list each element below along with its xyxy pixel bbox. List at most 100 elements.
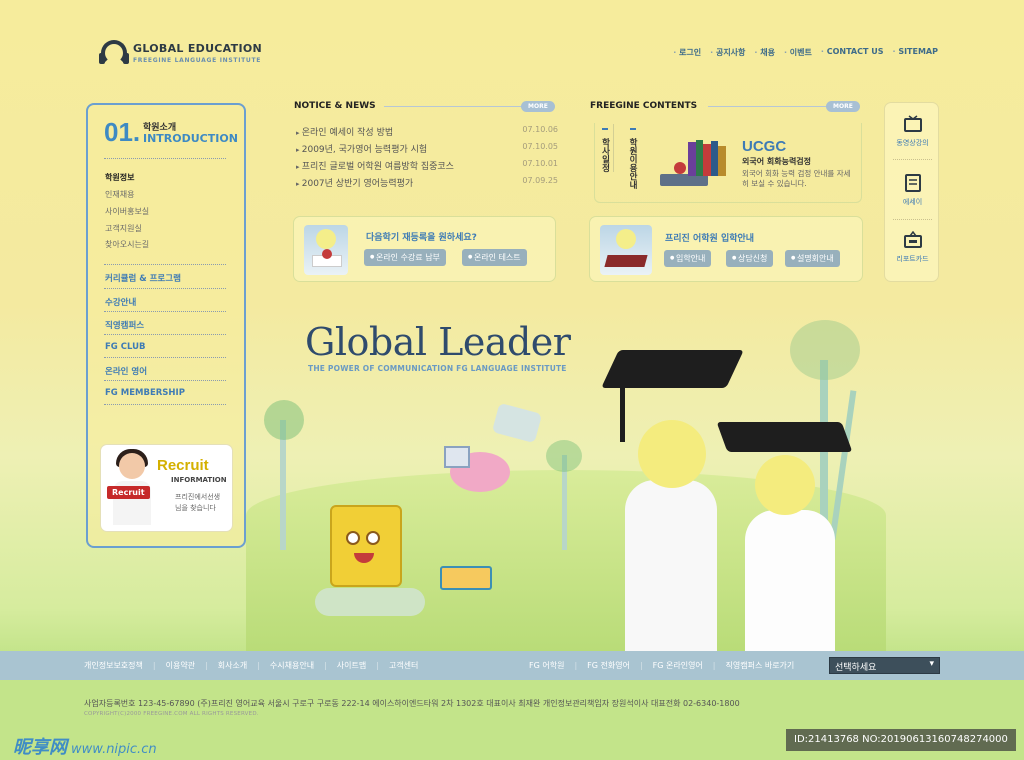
books-stack-illustration xyxy=(440,566,492,590)
books-image xyxy=(660,138,730,190)
contents-title: FREEGINE CONTENTS xyxy=(590,101,698,111)
admission-promo: 프리진 어학원 입학안내 입학안내 상담신청 설명회안내 xyxy=(589,216,863,282)
tab-indicator xyxy=(629,128,636,138)
nav-contact[interactable]: CONTACT US xyxy=(821,47,884,58)
divider xyxy=(104,334,226,335)
contents-more-button[interactable]: MORE xyxy=(826,101,860,112)
menu-registration[interactable]: 수강안내 xyxy=(105,296,136,308)
logo[interactable]: GLOBAL EDUCATION FREEGINE LANGUAGE INSTI… xyxy=(99,40,262,66)
notice-title-text: 2009년, 국가영어 능력평가 시험 xyxy=(296,142,427,155)
divider xyxy=(893,219,932,220)
reenroll-title: 다음학기 재등록을 원하세요? xyxy=(366,233,477,243)
consult-button[interactable]: 상담신청 xyxy=(726,250,774,267)
footer-privacy-link[interactable]: 개인정보보호정책 xyxy=(84,660,143,671)
footer-about-link[interactable]: 회사소개 xyxy=(195,660,247,671)
submenu-support[interactable]: 고객지원실 xyxy=(105,223,142,234)
list-item[interactable]: 2007년 상반기 영어능력평가 07.09.25 xyxy=(296,176,558,189)
divider xyxy=(104,404,226,405)
quick-video-lecture[interactable]: 동영상강의 xyxy=(885,115,940,148)
tab-schedule[interactable]: 학사일정 xyxy=(597,124,614,172)
quick-label: 동영상강의 xyxy=(896,139,929,147)
recruit-banner[interactable]: Recruit Recruit INFORMATION 프리진에서선생님을 찾습… xyxy=(101,445,232,531)
tab-indicator xyxy=(602,128,608,138)
recruit-subtitle: INFORMATION xyxy=(171,476,227,484)
logo-title: GLOBAL EDUCATION xyxy=(133,42,262,55)
seminar-button[interactable]: 설명회안내 xyxy=(785,250,840,267)
flying-computer-illustration xyxy=(491,402,543,444)
notice-more-button[interactable]: MORE xyxy=(521,101,555,112)
menu-campus[interactable]: 직영캠퍼스 xyxy=(105,319,144,331)
tv-icon xyxy=(903,115,923,133)
footer-support-link[interactable]: 고객센터 xyxy=(366,660,418,671)
footer-fg-academy-link[interactable]: FG 어학원 xyxy=(529,660,564,671)
recruit-person-face xyxy=(119,453,145,479)
tab-guide[interactable]: 학원이용안내 xyxy=(624,124,641,189)
reenroll-promo: 다음학기 재등록을 원하세요? 온라인 수강료 납부 온라인 테스트 xyxy=(293,216,556,282)
notice-date: 07.10.05 xyxy=(522,142,558,151)
notice-title-text: 온라인 예세이 작성 방법 xyxy=(296,125,393,138)
image-id-bar: ID:21413768 NO:20190613160748274000 xyxy=(786,729,1016,751)
logo-subtitle: FREEGINE LANGUAGE INSTITUTE xyxy=(133,57,262,64)
watermark-url: www.nipic.cn xyxy=(71,742,157,757)
quick-label: 리포트카드 xyxy=(896,255,929,263)
recruit-tag: Recruit xyxy=(107,486,150,499)
menu-online-english[interactable]: 온라인 영어 xyxy=(105,365,147,377)
online-test-button[interactable]: 온라인 테스트 xyxy=(462,249,527,266)
copyright: COPYRIGHT(C)2000 FREEGINE.COM ALL RIGHTS… xyxy=(84,711,259,717)
divider xyxy=(104,264,226,265)
menu-membership[interactable]: FG MEMBERSHIP xyxy=(105,388,185,398)
menu-fg-club[interactable]: FG CLUB xyxy=(105,342,145,352)
notice-date: 07.10.06 xyxy=(522,125,558,134)
list-item[interactable]: 온라인 예세이 작성 방법 07.10.06 xyxy=(296,125,558,138)
submenu-pr[interactable]: 사이버홍보실 xyxy=(105,206,149,217)
list-item[interactable]: 2009년, 국가영어 능력평가 시험 07.10.05 xyxy=(296,142,558,155)
admission-title: 프리진 어학원 입학안내 xyxy=(665,234,755,244)
left-sidebar: 01. 학원소개 INTRODUCTION 학원정보 인재채용 사이버홍보실 고… xyxy=(86,103,246,548)
notice-title-text: 프리진 글로벌 어학원 여름방학 집중코스 xyxy=(296,159,454,172)
notice-title: NOTICE & NEWS xyxy=(294,101,376,111)
divider xyxy=(104,357,226,358)
student-thumbnail xyxy=(600,225,652,275)
contents-line xyxy=(708,106,838,107)
watermark-brand: 昵享网 xyxy=(13,737,67,758)
divider xyxy=(104,158,226,159)
nav-sitemap[interactable]: SITEMAP xyxy=(892,47,938,58)
quick-menu: 동영상강의 에세이 리포트카드 xyxy=(884,102,939,282)
section-number: 01. xyxy=(104,117,141,147)
nav-event[interactable]: 이벤트 xyxy=(784,47,812,58)
list-item[interactable]: 프리진 글로벌 어학원 여름방학 집중코스 07.10.01 xyxy=(296,159,558,172)
nav-login[interactable]: 로그인 xyxy=(673,47,701,58)
section-title-eng: INTRODUCTION xyxy=(143,132,238,145)
report-card-icon xyxy=(903,230,923,249)
divider xyxy=(104,380,226,381)
submenu-directions[interactable]: 찾아오시는길 xyxy=(105,239,149,250)
submenu-info[interactable]: 학원정보 xyxy=(105,172,134,183)
nav-recruit[interactable]: 채용 xyxy=(754,47,775,58)
menu-curriculum[interactable]: 커리큘럼 & 프로그램 xyxy=(105,272,181,284)
footer-terms-link[interactable]: 이용약관 xyxy=(143,660,195,671)
boy-graduate-photo xyxy=(600,350,744,651)
notice-date: 07.10.01 xyxy=(522,159,558,168)
footer-fg-online-link[interactable]: FG 온라인영어 xyxy=(630,660,703,671)
footer-campus-link[interactable]: 직영캠퍼스 바로가기 xyxy=(703,660,795,671)
notice-date: 07.09.25 xyxy=(522,176,558,185)
quick-report-card[interactable]: 리포트카드 xyxy=(885,230,940,264)
ucgc-title[interactable]: UCGC xyxy=(742,138,786,155)
page: GLOBAL EDUCATION FREEGINE LANGUAGE INSTI… xyxy=(0,0,1024,760)
recruit-description: 프리진에서선생님을 찾습니다 xyxy=(175,493,221,512)
quick-essay[interactable]: 에세이 xyxy=(885,174,940,207)
nav-notice[interactable]: 공지사항 xyxy=(710,47,745,58)
online-tuition-button[interactable]: 온라인 수강료 납부 xyxy=(364,249,446,266)
family-site-select[interactable]: 선택하세요 xyxy=(829,657,940,674)
hero-subtitle: THE POWER OF COMMUNICATION FG LANGUAGE I… xyxy=(308,364,567,373)
footer-sitemap-link[interactable]: 사이트맵 xyxy=(314,660,366,671)
footer-hiring-link[interactable]: 수시채용안내 xyxy=(247,660,314,671)
ucgc-description: 외국어 회화 능력 검정 안내를 자세히 보실 수 있습니다. xyxy=(742,169,851,188)
tree-illustration xyxy=(254,400,314,550)
watermark: 昵享网 www.nipic.cn xyxy=(13,733,157,759)
footer-fg-phone-link[interactable]: FG 전화영어 xyxy=(564,660,630,671)
elephant-computer-illustration xyxy=(430,440,520,500)
submenu-hiring[interactable]: 인재채용 xyxy=(105,189,134,200)
admission-guide-button[interactable]: 입학안내 xyxy=(664,250,712,267)
tree-illustration xyxy=(540,440,590,550)
